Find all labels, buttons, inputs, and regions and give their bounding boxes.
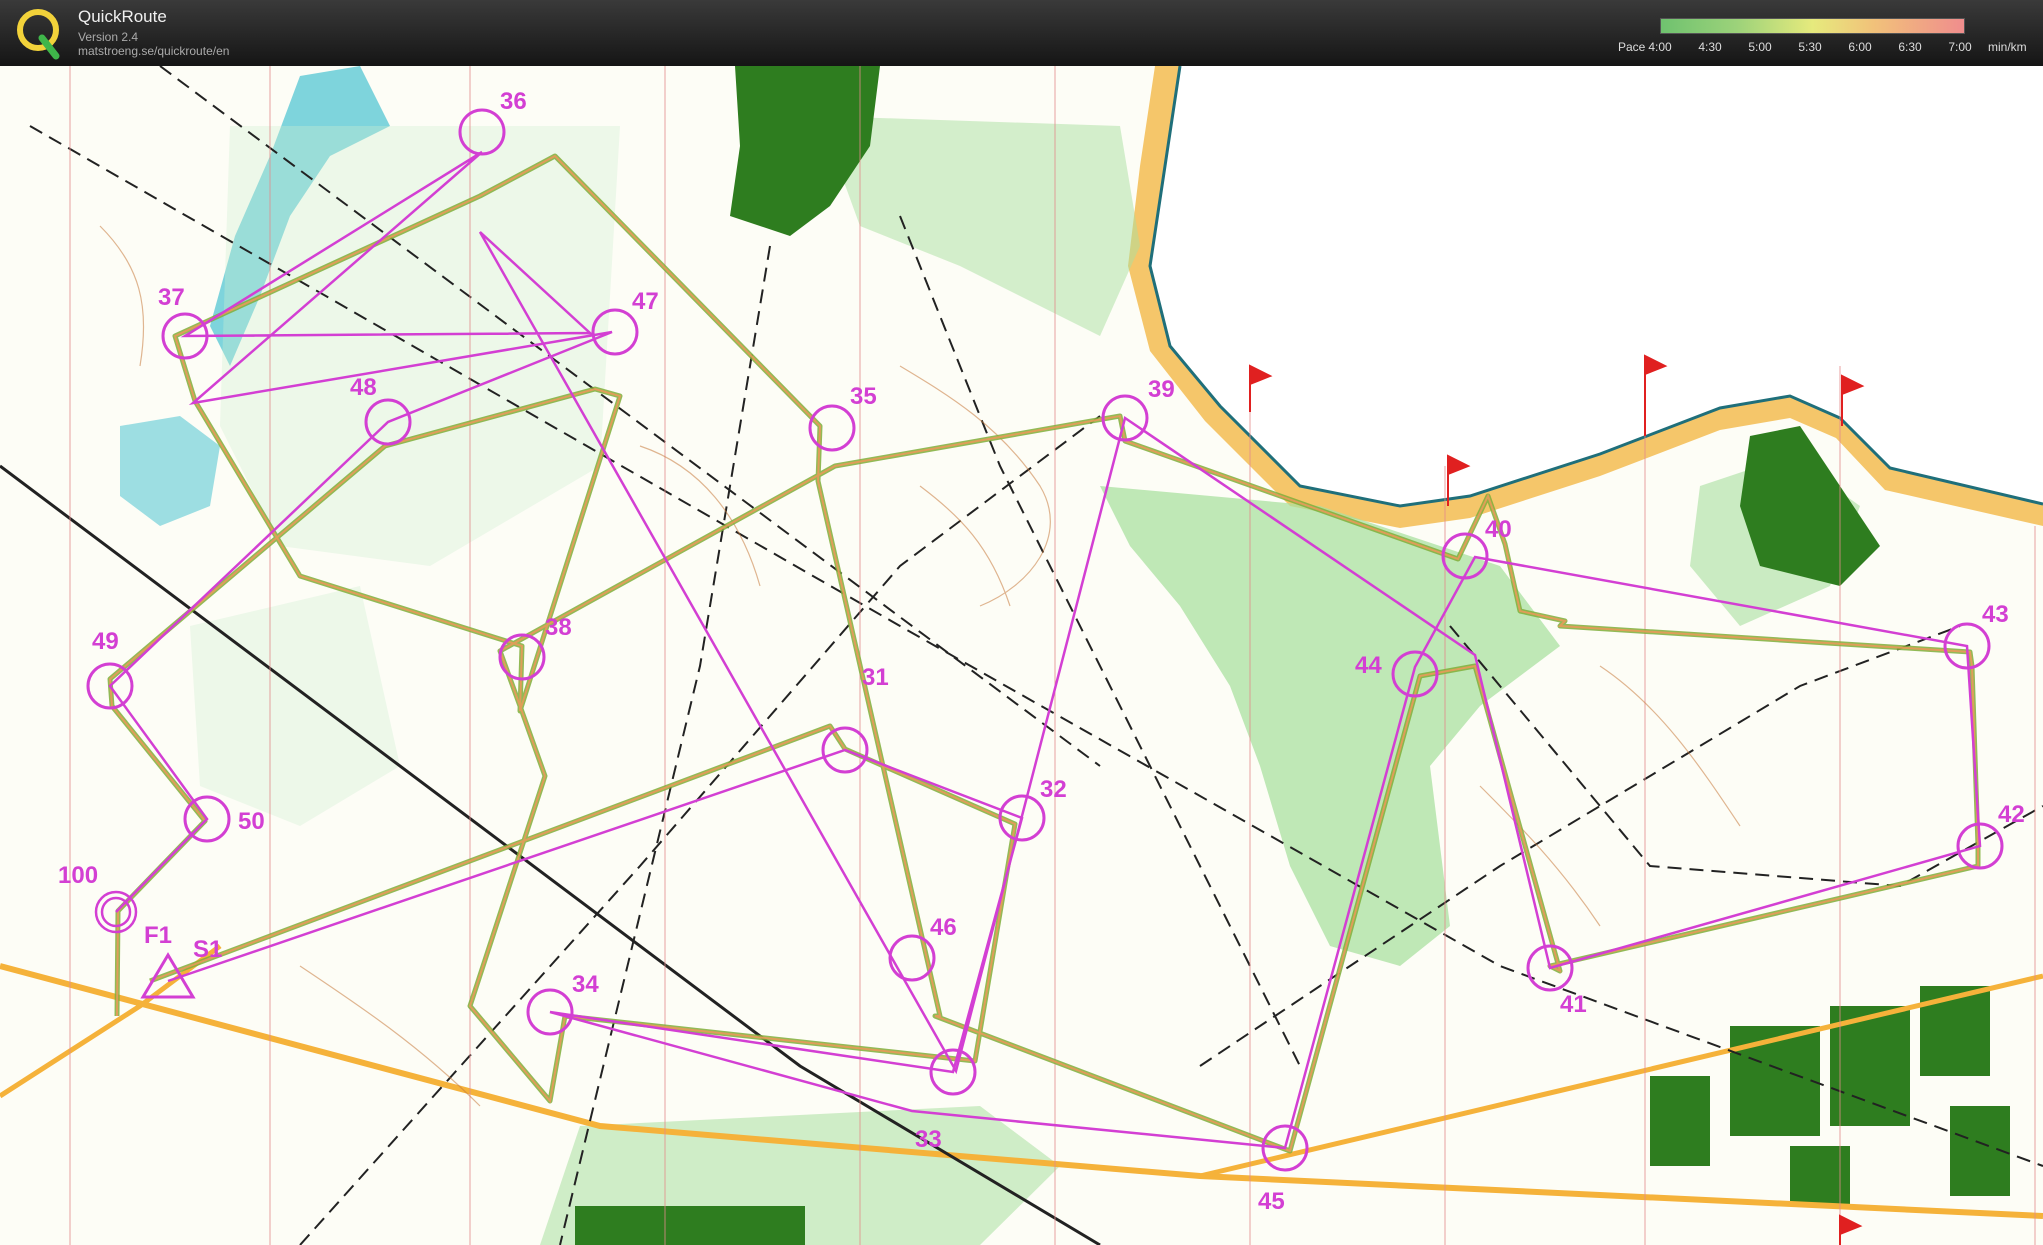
control-label-48: 48 [350, 374, 377, 401]
pace-label: Pace [1618, 40, 1646, 54]
control-label-49: 49 [92, 628, 119, 655]
pace-unit: min/km [1988, 40, 2027, 54]
quickroute-logo-icon [17, 9, 60, 60]
orienteering-map[interactable]: S1 31 32 33 34 35 36 37 38 39 40 41 42 4… [0, 66, 2043, 1245]
control-label-s1: S1 [193, 936, 223, 963]
control-label-33: 33 [915, 1126, 942, 1153]
sea-area [1150, 66, 2043, 506]
control-label-39: 39 [1148, 376, 1175, 403]
control-label-34: 34 [572, 971, 599, 998]
map-canvas [0, 66, 2043, 1245]
pace-tick: 7:00 [1948, 40, 1972, 54]
dark-forest-block [1920, 986, 1990, 1076]
pace-tick: 6:00 [1848, 40, 1872, 54]
app-header: QuickRoute Version 2.4 matstroeng.se/qui… [0, 0, 2043, 66]
pace-color-bar [1660, 18, 1965, 34]
control-label-45: 45 [1258, 1188, 1285, 1215]
control-label-35: 35 [850, 383, 877, 410]
control-label-31: 31 [862, 664, 889, 691]
dark-forest-block [1730, 1026, 1820, 1136]
control-label-100: 100 [58, 862, 99, 889]
pace-tick: 4:00 [1648, 40, 1672, 54]
dark-forest-block [1790, 1146, 1850, 1206]
control-label-37: 37 [158, 284, 185, 311]
open-marsh [220, 126, 620, 566]
control-label-32: 32 [1040, 776, 1067, 803]
control-label-47: 47 [632, 288, 659, 315]
dark-forest-block [575, 1206, 805, 1245]
control-label-36: 36 [500, 88, 527, 115]
control-label-46: 46 [930, 914, 957, 941]
control-label-50: 50 [238, 808, 265, 835]
control-label-41: 41 [1560, 991, 1587, 1018]
road [1199, 973, 2043, 1179]
control-label-38: 38 [545, 614, 572, 641]
pace-tick: 4:30 [1698, 40, 1722, 54]
app-title: QuickRoute [78, 7, 167, 26]
pace-tick: 5:00 [1748, 40, 1772, 54]
pace-tick: 5:30 [1798, 40, 1822, 54]
control-label-42: 42 [1998, 801, 2025, 828]
app-url: matstroeng.se/quickroute/en [78, 44, 230, 58]
control-label-f1: F1 [144, 922, 173, 949]
dark-forest-block [1650, 1076, 1710, 1166]
control-label-44: 44 [1355, 652, 1382, 679]
control-label-40: 40 [1485, 516, 1512, 543]
pace-tick: 6:30 [1898, 40, 1922, 54]
control-label-43: 43 [1982, 601, 2009, 628]
control-circle-35 [808, 404, 856, 452]
open-marsh-south [190, 586, 400, 826]
app-version: Version 2.4 [78, 30, 139, 44]
pace-legend: Pace 4:00 4:30 5:00 5:30 6:00 6:30 7:00 … [1610, 14, 2040, 60]
pond [120, 416, 220, 526]
